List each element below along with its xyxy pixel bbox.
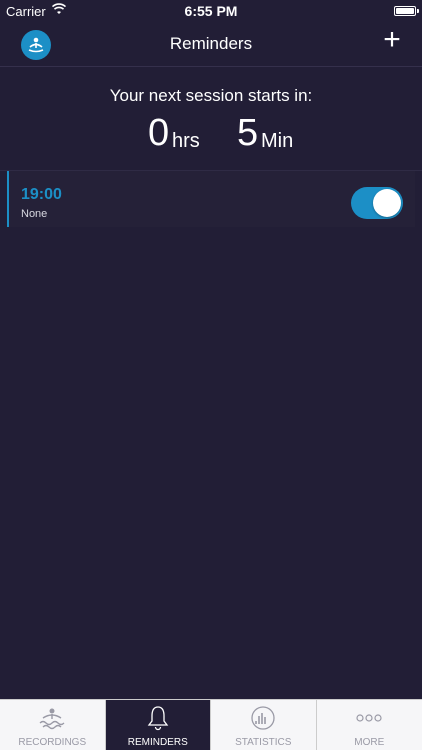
countdown: 0 hrs 5 Min <box>0 112 422 162</box>
reminder-time: 19:00 <box>21 186 62 203</box>
reminder-repeat-label: None <box>21 208 48 220</box>
recordings-icon <box>39 708 65 730</box>
tab-more[interactable]: MORE <box>317 700 422 750</box>
battery-icon <box>394 6 419 16</box>
tab-label: STATISTICS <box>235 737 292 748</box>
countdown-hours: 0 <box>148 112 170 154</box>
status-time: 6:55 PM <box>184 3 238 19</box>
tab-label: MORE <box>354 737 385 748</box>
next-session-title: Your next session starts in: <box>109 86 313 105</box>
toggle-knob <box>373 189 401 217</box>
reminder-item[interactable]: 19:00 None <box>7 171 415 227</box>
countdown-minutes: 5 <box>237 112 259 154</box>
countdown-minutes-unit: Min <box>261 130 294 152</box>
status-bar: Carrier 6:55 PM <box>0 0 422 22</box>
tab-bar: RECORDINGS REMINDERS STATISTICS MORE <box>0 699 422 750</box>
tab-label: REMINDERS <box>127 737 188 748</box>
tab-statistics[interactable]: STATISTICS <box>211 700 317 750</box>
bell-icon <box>147 706 169 731</box>
tab-reminders[interactable]: REMINDERS <box>105 700 211 750</box>
statistics-icon <box>251 706 275 730</box>
reminder-toggle[interactable] <box>351 187 403 219</box>
navigation-bar: Reminders + <box>0 22 422 67</box>
more-icon <box>356 714 382 722</box>
countdown-hours-unit: hrs <box>172 130 200 152</box>
add-reminder-button[interactable]: + <box>380 25 404 55</box>
tab-label: RECORDINGS <box>18 737 87 748</box>
page-title: Reminders <box>169 34 253 53</box>
tab-recordings[interactable]: RECORDINGS <box>0 700 106 750</box>
